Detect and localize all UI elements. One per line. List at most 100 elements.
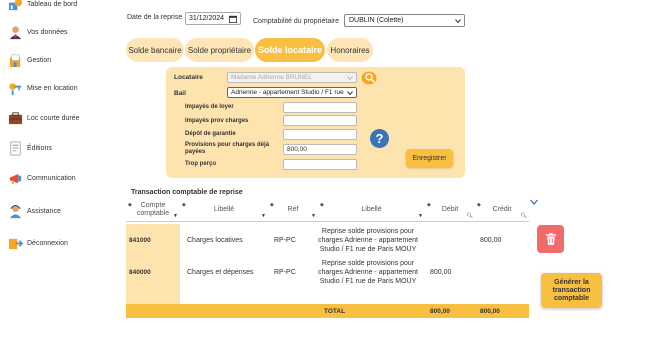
column-header-label: Libellé xyxy=(361,206,382,213)
logout-icon xyxy=(8,236,23,251)
sidebar-item-label: Éditions xyxy=(27,144,52,152)
date-value: 31/12/2024 xyxy=(189,15,225,22)
cell-ref: RP-PC xyxy=(274,236,296,244)
column-header-label: Débit xyxy=(441,206,459,213)
keys-icon xyxy=(8,81,23,96)
tab-solde-bancaire[interactable]: Solde bancaire xyxy=(126,38,184,62)
sidebar-item-label: Assistance xyxy=(27,207,61,215)
assistance-icon xyxy=(8,204,23,219)
date-input[interactable]: 31/12/2024 xyxy=(185,12,241,25)
sort-icon[interactable]: ◆ xyxy=(270,201,274,209)
chevron-down-icon xyxy=(347,91,353,96)
trop-percu-input[interactable] xyxy=(283,159,357,170)
search-icon[interactable]: 🔍︎ xyxy=(467,212,473,220)
filter-icon[interactable]: ▼ xyxy=(311,212,316,220)
tab-solde-proprietaire[interactable]: Solde propriétaire xyxy=(185,38,254,62)
sidebar-item-gestion[interactable]: Gestion xyxy=(8,50,51,70)
sidebar-item-editions[interactable]: Éditions xyxy=(8,138,52,158)
cell-libelle: Charges et dépenses xyxy=(187,268,254,276)
total-credit: 800,00 xyxy=(480,307,500,315)
column-header-compte[interactable]: ◆ Compte comptable ▼ xyxy=(126,199,180,222)
filter-icon[interactable]: ▼ xyxy=(173,212,178,220)
bail-value: Adrienne - appartement Studio / F1 rue xyxy=(231,89,344,96)
tab-honoraires[interactable]: Honoraires xyxy=(327,38,373,62)
bail-label: Bail xyxy=(174,90,186,97)
sort-icon[interactable]: ◆ xyxy=(477,201,481,209)
column-header-label: Compte comptable xyxy=(136,202,170,217)
sidebar-item-label: Loc courte durée xyxy=(27,114,80,122)
filter-icon[interactable]: ▼ xyxy=(261,212,266,220)
column-header-label: Crédit xyxy=(492,206,512,213)
sidebar-item-vos-donnees[interactable]: Vos données xyxy=(8,22,67,42)
calendar-icon[interactable] xyxy=(229,15,237,23)
delete-button[interactable] xyxy=(537,225,564,253)
sidebar: Tableau de bord Vos données Gestion Mise… xyxy=(0,0,118,337)
total-label: TOTAL xyxy=(324,307,346,315)
cell-libelle-2: Reprise solde provisions pour charges Ad… xyxy=(318,259,419,285)
user-icon xyxy=(8,25,23,40)
trash-icon xyxy=(545,233,556,245)
filter-icon[interactable]: ▼ xyxy=(418,212,423,220)
column-header-credit[interactable]: ◆ Crédit 🔍︎ xyxy=(475,199,529,222)
tab-solde-locataire[interactable]: Solde locataire xyxy=(255,38,325,62)
cell-compte: 840000 xyxy=(129,268,151,276)
column-header-ref[interactable]: ◆ Réf ▼ xyxy=(268,199,318,222)
column-header-libelle-2[interactable]: ◆ Libellé ▼ xyxy=(318,199,425,222)
impayes-loyer-label: Impayés de loyer xyxy=(185,104,234,110)
chevron-down-icon xyxy=(347,76,353,81)
cell-ref: RP-PC xyxy=(274,268,296,276)
sort-icon[interactable]: ◆ xyxy=(182,201,186,209)
impayes-charges-input[interactable] xyxy=(283,115,357,126)
sidebar-item-dashboard[interactable]: Tableau de bord xyxy=(8,0,77,14)
owner-value: DUBLIN (Colette) xyxy=(349,17,404,24)
column-header-label: Réf xyxy=(287,206,299,213)
depot-garantie-input[interactable] xyxy=(283,129,357,140)
megaphone-icon xyxy=(8,171,23,186)
chevron-down-icon xyxy=(455,19,461,24)
cell-credit: 800,00 xyxy=(480,236,502,244)
document-icon xyxy=(8,141,23,156)
impayes-loyer-input[interactable] xyxy=(283,102,357,113)
cell-libelle-2: Reprise solde provisions pour charges Ad… xyxy=(318,227,419,253)
search-icon[interactable]: 🔍︎ xyxy=(521,212,527,220)
bail-select[interactable]: Adrienne - appartement Studio / F1 rue xyxy=(227,87,357,98)
sidebar-item-label: Déconnexion xyxy=(27,239,68,247)
depot-garantie-label: Dépôt de garantie xyxy=(185,131,236,137)
sidebar-item-assistance[interactable]: Assistance xyxy=(8,201,61,221)
sort-icon[interactable]: ◆ xyxy=(427,201,431,209)
locataire-value: Madame Adrienne BRUNEL xyxy=(231,74,312,81)
column-header-debit[interactable]: ◆ Débit 🔍︎ xyxy=(425,199,475,222)
gestion-icon xyxy=(8,53,23,68)
provisions-input[interactable]: 800,00 xyxy=(283,144,357,155)
sidebar-item-label: Gestion xyxy=(27,56,52,64)
chevron-down-icon[interactable] xyxy=(530,199,538,205)
help-icon[interactable]: ? xyxy=(370,129,389,148)
owner-label: Comptabilité du propriétaire xyxy=(253,18,339,25)
total-debit: 800,00 xyxy=(430,307,450,315)
suitcase-icon xyxy=(8,111,23,126)
locataire-label: Locataire xyxy=(174,74,203,81)
impayes-charges-label: Impayés prov charges xyxy=(185,118,249,124)
save-button[interactable]: Enregistrer xyxy=(406,149,453,167)
sidebar-item-deconnexion[interactable]: Déconnexion xyxy=(8,233,68,253)
trop-percu-label: Trop perçu xyxy=(185,161,217,167)
generate-transaction-button[interactable]: Générer la transaction comptable xyxy=(541,273,602,308)
sort-icon[interactable]: ◆ xyxy=(128,201,132,209)
sort-icon[interactable]: ◆ xyxy=(320,201,324,209)
table-title: Transaction comptable de reprise xyxy=(131,189,243,196)
sidebar-item-mise-en-location[interactable]: Mise en location xyxy=(8,78,78,98)
sidebar-item-label: Mise en location xyxy=(27,84,78,92)
sidebar-item-loc-courte-duree[interactable]: Loc courte durée xyxy=(8,108,80,128)
owner-select[interactable]: DUBLIN (Colette) xyxy=(344,14,465,27)
sidebar-item-label: Tableau de bord xyxy=(27,0,78,8)
date-label: Date de la reprise xyxy=(127,14,183,21)
sidebar-item-communication[interactable]: Communication xyxy=(8,168,76,188)
locataire-select[interactable]: Madame Adrienne BRUNEL xyxy=(227,72,357,83)
column-header-label: Libellé xyxy=(213,206,235,213)
column-header-libelle[interactable]: ◆ Libellé ▼ xyxy=(180,199,268,222)
sidebar-item-label: Vos données xyxy=(27,28,68,36)
search-icon[interactable] xyxy=(361,71,377,85)
cell-libelle: Charges locatives xyxy=(187,236,243,244)
cell-debit: 800,00 xyxy=(430,268,452,276)
dashboard-icon xyxy=(8,0,23,12)
